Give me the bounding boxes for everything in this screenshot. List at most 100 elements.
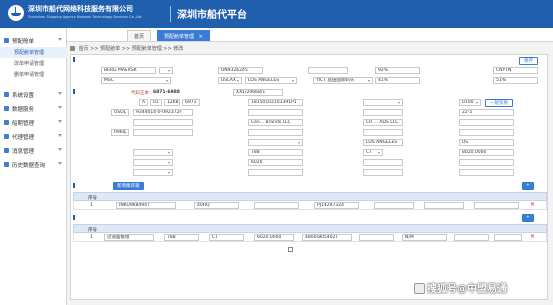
remark-field[interactable]	[459, 169, 514, 176]
add-container-button[interactable]: 新增集装箱	[113, 182, 144, 190]
weight-field[interactable]: 6020	[248, 159, 303, 166]
goods-grid-header: 序号	[73, 224, 547, 233]
operator-select[interactable]: MSC	[101, 77, 171, 84]
delete-row-icon[interactable]: ✕	[530, 233, 535, 240]
container-size-select[interactable]: 40HQ	[194, 202, 239, 209]
close-icon[interactable]: ×	[199, 34, 203, 40]
code4-field[interactable]: 6971	[182, 99, 200, 106]
sidebar-item-settings[interactable]: 系统设置	[0, 88, 67, 101]
contact-code-select[interactable]: 0960	[111, 129, 129, 136]
bill-no-label: 代码正本：	[131, 91, 154, 96]
delete-row-icon[interactable]: ✕	[530, 201, 535, 208]
packages-field[interactable]: 788	[248, 149, 303, 156]
shipper-field[interactable]	[248, 109, 303, 116]
route-from-select[interactable]: USLAX	[218, 77, 242, 84]
container-no-field[interactable]: INKU9684947	[116, 202, 176, 209]
goods-unit-select[interactable]: CT	[209, 234, 244, 241]
volume-field[interactable]	[363, 159, 403, 166]
contact-field[interactable]	[459, 119, 514, 126]
sidebar-sub-delete-request[interactable]: 删单申请管理	[0, 69, 67, 80]
contact-phone-field[interactable]	[363, 129, 403, 136]
goods-class-field[interactable]	[494, 234, 522, 241]
method-select[interactable]	[363, 99, 403, 106]
chevron-down-icon	[58, 38, 62, 41]
ship-select[interactable]	[159, 67, 173, 74]
pkg-type-select[interactable]: CT	[363, 149, 383, 156]
breadcrumb-text: 首页 >> 预配舱单 >> 预配舱单管理 >> 修改	[78, 46, 184, 52]
flag-field[interactable]: 51%	[493, 77, 538, 84]
button-label: 一般贸易	[490, 101, 508, 106]
aeo-code2-field[interactable]	[363, 169, 403, 176]
trade-mode-button[interactable]: 一般贸易	[485, 99, 513, 107]
mark-field[interactable]	[459, 159, 514, 166]
ratio2-field[interactable]: 41%	[375, 77, 420, 84]
contact-name-field[interactable]	[133, 129, 193, 136]
status-select[interactable]	[474, 202, 519, 209]
aeo-code-field[interactable]	[248, 169, 303, 176]
code2-field[interactable]: 01	[150, 99, 162, 106]
voyage-field[interactable]	[308, 67, 348, 74]
voyage-no-select[interactable]	[248, 139, 303, 146]
freight-select[interactable]	[133, 149, 173, 156]
sub-no-field[interactable]: XX1/20668/1	[233, 89, 283, 96]
goods-mark-field[interactable]: N/M	[402, 234, 447, 241]
country-select[interactable]: USOI	[111, 109, 129, 116]
sidebar-item-schedule[interactable]: 船期管理	[0, 116, 67, 129]
col-header: 序号	[88, 227, 97, 233]
consignee-name2-field[interactable]: CR ... ADS LLC	[363, 119, 403, 126]
sidebar-item-label: 船期管理	[12, 121, 35, 127]
addr-field[interactable]	[133, 119, 193, 126]
form-row	[73, 245, 547, 253]
add-row-button[interactable]: +	[522, 182, 534, 190]
fee-select[interactable]	[133, 159, 173, 166]
goods-hs-field[interactable]	[359, 234, 394, 241]
sidebar-item-manifest[interactable]: 预配舱单	[0, 34, 67, 47]
goods-gross-field[interactable]: 6020.0000	[254, 234, 294, 241]
confirm-checkbox[interactable]	[288, 246, 293, 252]
notify-field[interactable]	[363, 109, 403, 116]
goods-volume-field[interactable]: 4800(805402)	[302, 234, 352, 241]
sidebar-sub-change-request[interactable]: 改单申请管理	[0, 58, 67, 69]
port-load-field[interactable]: LOS ANGELES	[363, 139, 403, 146]
sidebar-item-agent[interactable]: 代理管理	[0, 130, 67, 143]
code3-field[interactable]: 1268	[164, 99, 180, 106]
email-field[interactable]	[459, 129, 514, 136]
goods-qty-field[interactable]: 788	[164, 234, 199, 241]
container-weight-field[interactable]	[254, 202, 299, 209]
goods-danger-field[interactable]	[454, 234, 489, 241]
trade-code-select[interactable]: 0100	[459, 99, 481, 106]
consignee-code-field[interactable]: 9344014-0-092372F	[133, 109, 193, 116]
sidebar-item-label: 历史数据查询	[12, 163, 46, 169]
imo-field[interactable]: UN9326245	[218, 67, 263, 74]
phone-field[interactable]: 22-5	[459, 109, 514, 116]
sidebar-item-data[interactable]: 数据服务	[0, 102, 67, 115]
port-code-field[interactable]: CNYTN	[493, 67, 538, 74]
agent-select[interactable]	[424, 202, 464, 209]
tab-home[interactable]: 首页	[127, 30, 152, 41]
dest-field[interactable]: US	[459, 139, 514, 146]
gross-weight-field[interactable]: 8020.0000	[459, 149, 514, 156]
save-button[interactable]: 保存	[519, 57, 538, 65]
form-row: 代码正本： 6871-6988 XX1/20668/1	[73, 89, 547, 97]
seal-no-field[interactable]: PJ14297324	[314, 202, 359, 209]
ratio-field[interactable]: 92%	[375, 67, 420, 74]
container-type-select[interactable]	[374, 202, 414, 209]
tab-manifest-manage[interactable]: 预配舱单管理 ×	[157, 30, 210, 41]
code1-field[interactable]: A	[139, 99, 148, 106]
carrier-select[interactable]: YICT 盐田国际码头	[313, 77, 373, 84]
consignee-name-field[interactable]: Cen... Brands LLC	[248, 119, 303, 126]
sidebar-item-history[interactable]: 历史数据查询	[0, 158, 67, 171]
sidebar-item-messages[interactable]: 消息管理	[0, 144, 67, 157]
form-row: LOS ANGELES US	[73, 139, 547, 147]
route-to-select[interactable]: LOS ANGELES	[245, 77, 297, 84]
ship-name-field[interactable]: BERG MAERSK	[101, 67, 156, 74]
sidebar-item-label: 代理管理	[12, 135, 35, 141]
contact-addr-field[interactable]	[248, 129, 303, 136]
form-row: 0960	[73, 129, 547, 137]
payment-select[interactable]	[133, 169, 173, 176]
barcode-field[interactable]: 18150102101391P1	[248, 99, 303, 106]
sidebar-sub-manifest-manage[interactable]: 预配舱单管理	[0, 47, 67, 58]
chevron-down-icon	[58, 162, 62, 165]
add-goods-button[interactable]: +	[522, 214, 534, 222]
goods-desc-field[interactable]: 过道面板组	[104, 234, 154, 241]
